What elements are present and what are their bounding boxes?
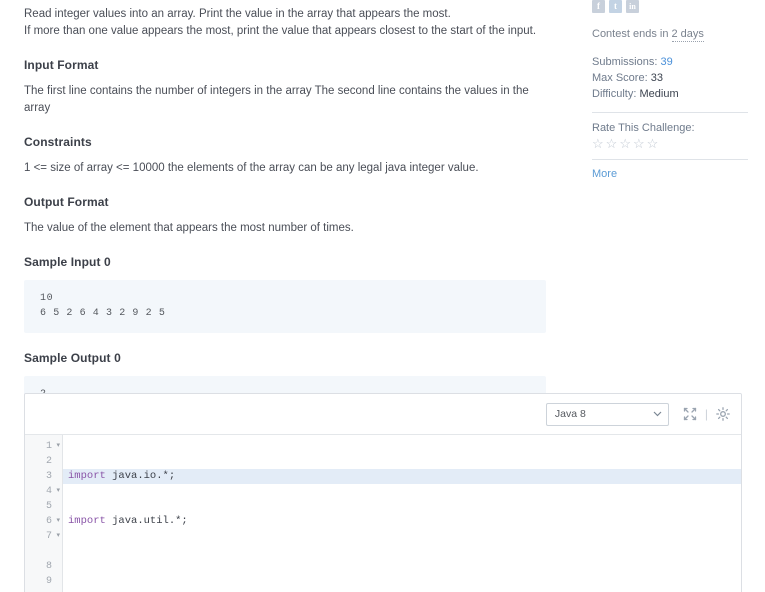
code-text: java.io.*; [105, 470, 176, 482]
sample-output-heading: Sample Output 0 [24, 351, 121, 365]
stat-max-score: Max Score: 33 [592, 70, 752, 86]
line-number: 6 ▾ [25, 514, 62, 529]
chevron-down-icon [653, 410, 662, 419]
line-number: 1 ▾ [25, 439, 62, 454]
social-share-row: f t in [592, 0, 752, 13]
line-number-gutter: 1 ▾ 2 3 4 ▾ 5 6 ▾ 7 ▾ 8 9 [25, 435, 63, 592]
star-icon-3[interactable]: ☆ [619, 137, 631, 151]
fold-arrow-icon[interactable]: ▾ [56, 439, 60, 454]
line-number-text: 7 [45, 531, 52, 542]
line-number: 2 [25, 454, 62, 469]
challenge-stats: Submissions: 39 Max Score: 33 Difficulty… [592, 40, 752, 112]
star-icon-1[interactable]: ☆ [592, 137, 604, 151]
input-format-body: The first line contains the number of in… [24, 85, 529, 114]
line-number: 7 ▾ [25, 529, 62, 544]
intro-line-2: If more than one value appears the most,… [24, 25, 537, 37]
line-number: 9 [25, 574, 62, 589]
editor-toolbar: Java 8 | [25, 394, 741, 434]
code-text: java.util.*; [105, 515, 188, 527]
more-link[interactable]: More [592, 160, 752, 180]
output-format-heading: Output Format [24, 195, 109, 209]
line-number-text: 3 [45, 471, 52, 482]
line-number-text: 9 [45, 576, 52, 587]
code-line-2: import java.util.*; [68, 514, 741, 529]
line-number-text: 4 [45, 486, 52, 497]
code-content[interactable]: import java.io.*; import java.util.*; pu… [63, 435, 741, 592]
fold-arrow-icon[interactable]: ▾ [56, 514, 60, 529]
star-rating[interactable]: ☆ ☆ ☆ ☆ ☆ [592, 137, 752, 151]
stat-submissions-label: Submissions: [592, 56, 658, 68]
output-format-body: The value of the element that appears th… [24, 222, 354, 234]
code-keyword: import [68, 515, 106, 527]
constraints-heading: Constraints [24, 135, 92, 149]
star-icon-4[interactable]: ☆ [633, 137, 645, 151]
code-line-1: import java.io.*; [63, 469, 741, 484]
twitter-icon[interactable]: t [609, 0, 622, 13]
line-number: 8 [25, 559, 62, 574]
stat-submissions: Submissions: 39 [592, 54, 752, 70]
language-select-value: Java 8 [554, 408, 586, 420]
linkedin-icon[interactable]: in [626, 0, 639, 13]
stat-max-score-label: Max Score: [592, 72, 648, 84]
editor-tool-icons: | [683, 407, 730, 421]
chevron-down-glyph [653, 411, 662, 416]
fullscreen-glyph [683, 407, 697, 421]
line-number-text: 8 [45, 561, 52, 572]
star-icon-2[interactable]: ☆ [606, 137, 618, 151]
input-format-heading: Input Format [24, 58, 99, 72]
stat-difficulty: Difficulty: Medium [592, 86, 752, 102]
gear-icon[interactable] [716, 407, 730, 421]
line-number-spacer [25, 544, 62, 559]
contest-prefix: Contest ends in [592, 28, 672, 40]
code-keyword: import [68, 470, 106, 482]
rate-challenge-label: Rate This Challenge: [592, 122, 695, 134]
facebook-icon[interactable]: f [592, 0, 605, 13]
stat-submissions-value[interactable]: 39 [660, 56, 672, 68]
stat-max-score-value: 33 [650, 72, 663, 84]
intro-line-1: Read integer values into an array. Print… [24, 8, 451, 20]
sample-input-heading: Sample Input 0 [24, 255, 111, 269]
line-number-text: 6 [45, 516, 52, 527]
star-icon-5[interactable]: ☆ [647, 137, 659, 151]
line-number: 3 [25, 469, 62, 484]
contest-countdown: Contest ends in 2 days [592, 13, 752, 42]
stat-difficulty-value: Medium [639, 88, 679, 100]
sample-input-block: 10 6 5 2 6 4 3 2 9 2 5 [24, 280, 546, 333]
code-editor: Java 8 | 1 ▾ 2 3 4 ▾ 5 6 ▾ 7 ▾ 8 9 impor… [24, 393, 742, 592]
line-number-text: 2 [45, 456, 52, 467]
stat-difficulty-label: Difficulty: [592, 88, 637, 100]
rate-challenge-block: Rate This Challenge: ☆ ☆ ☆ ☆ ☆ [592, 113, 752, 159]
challenge-page: Read integer values into an array. Print… [0, 0, 765, 592]
code-area[interactable]: 1 ▾ 2 3 4 ▾ 5 6 ▾ 7 ▾ 8 9 import java.io.*; … [25, 434, 741, 592]
fullscreen-icon[interactable] [683, 407, 697, 421]
language-select[interactable]: Java 8 [545, 402, 669, 426]
fold-arrow-icon[interactable]: ▾ [56, 484, 60, 499]
line-number: 5 [25, 499, 62, 514]
line-number: 4 ▾ [25, 484, 62, 499]
constraints-body: 1 <= size of array <= 10000 the elements… [24, 162, 479, 174]
toolbar-separator: | [704, 407, 708, 421]
line-number-text: 5 [45, 501, 52, 512]
line-number-text: 1 [45, 441, 52, 452]
fold-arrow-icon[interactable]: ▾ [56, 529, 60, 544]
gear-glyph [716, 407, 730, 421]
contest-time-value[interactable]: 2 days [671, 28, 704, 42]
challenge-sidebar: f t in Contest ends in 2 days Submission… [592, 0, 752, 180]
